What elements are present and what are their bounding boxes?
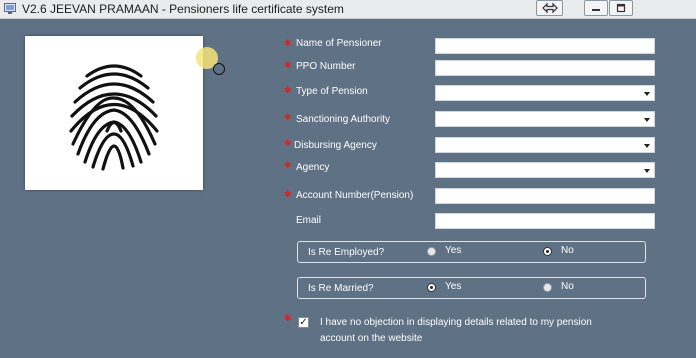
window-title: V2.6 JEEVAN PRAMAAN - Pensioners life ce…: [22, 2, 344, 16]
label-sanctioning-authority: Sanctioning Authority: [296, 114, 390, 125]
agency-dropdown[interactable]: [435, 162, 655, 178]
required-star: ✱: [284, 189, 292, 199]
label-agency: Agency: [296, 162, 330, 173]
label-ppo-number: PPO Number: [296, 61, 356, 72]
fingerprint-panel[interactable]: [25, 36, 203, 190]
label-name-of-pensioner: Name of Pensioner: [296, 38, 382, 49]
required-star: ✱: [284, 60, 292, 70]
consent-text-line2: account on the website: [320, 333, 423, 344]
re-employed-yes-radio[interactable]: [427, 247, 436, 256]
check-icon: ✓: [299, 317, 308, 328]
required-star: ✱: [284, 85, 292, 95]
minimize-button[interactable]: [584, 0, 608, 16]
chevron-down-icon: [644, 118, 650, 122]
fingerprint-icon: [69, 64, 159, 171]
consent-checkbox[interactable]: ✓: [298, 317, 309, 328]
re-married-group: Is Re Married? Yes No: [297, 277, 646, 299]
consent-text-line1: I have no objection in displaying detail…: [320, 317, 592, 328]
label-email: Email: [296, 215, 322, 226]
chevron-down-icon: [644, 144, 650, 148]
restore-icon: [616, 3, 626, 13]
restore-button[interactable]: [609, 0, 633, 16]
mouse-cursor: [213, 63, 225, 75]
disbursing-agency-dropdown[interactable]: [435, 137, 655, 153]
swap-button[interactable]: [536, 0, 563, 16]
re-employed-no-radio[interactable]: [543, 247, 552, 256]
chevron-down-icon: [644, 92, 650, 96]
re-married-no-radio[interactable]: [543, 283, 552, 292]
required-star: ✱: [284, 138, 292, 148]
app-icon: [4, 3, 16, 14]
re-married-yes-radio[interactable]: [427, 283, 436, 292]
re-employed-no-label[interactable]: No: [561, 245, 574, 256]
re-employed-label: Is Re Employed?: [308, 247, 385, 258]
required-star: ✱: [284, 160, 292, 170]
title-bar: V2.6 JEEVAN PRAMAAN - Pensioners life ce…: [0, 0, 696, 19]
chevron-down-icon: [644, 169, 650, 173]
re-married-label: Is Re Married?: [308, 283, 374, 294]
required-star: ✱: [284, 313, 292, 323]
swap-icon: [541, 2, 558, 14]
re-employed-yes-label[interactable]: Yes: [445, 245, 461, 256]
ppo-number-input[interactable]: [435, 60, 655, 76]
required-star: ✱: [284, 38, 292, 48]
account-number-input[interactable]: [435, 188, 655, 204]
re-married-no-label[interactable]: No: [561, 281, 574, 292]
re-employed-group: Is Re Employed? Yes No: [297, 241, 646, 263]
sanctioning-authority-dropdown[interactable]: [435, 111, 655, 127]
minimize-icon: [592, 9, 600, 11]
label-type-of-pension: Type of Pension: [296, 86, 368, 97]
required-star: ✱: [284, 112, 292, 122]
label-account-number: Account Number(Pension): [296, 190, 414, 201]
type-of-pension-dropdown[interactable]: [435, 85, 655, 101]
re-married-yes-label[interactable]: Yes: [445, 281, 461, 292]
email-input[interactable]: [435, 213, 655, 229]
label-disbursing-agency: Disbursing Agency: [294, 140, 377, 151]
name-of-pensioner-input[interactable]: [435, 38, 655, 54]
